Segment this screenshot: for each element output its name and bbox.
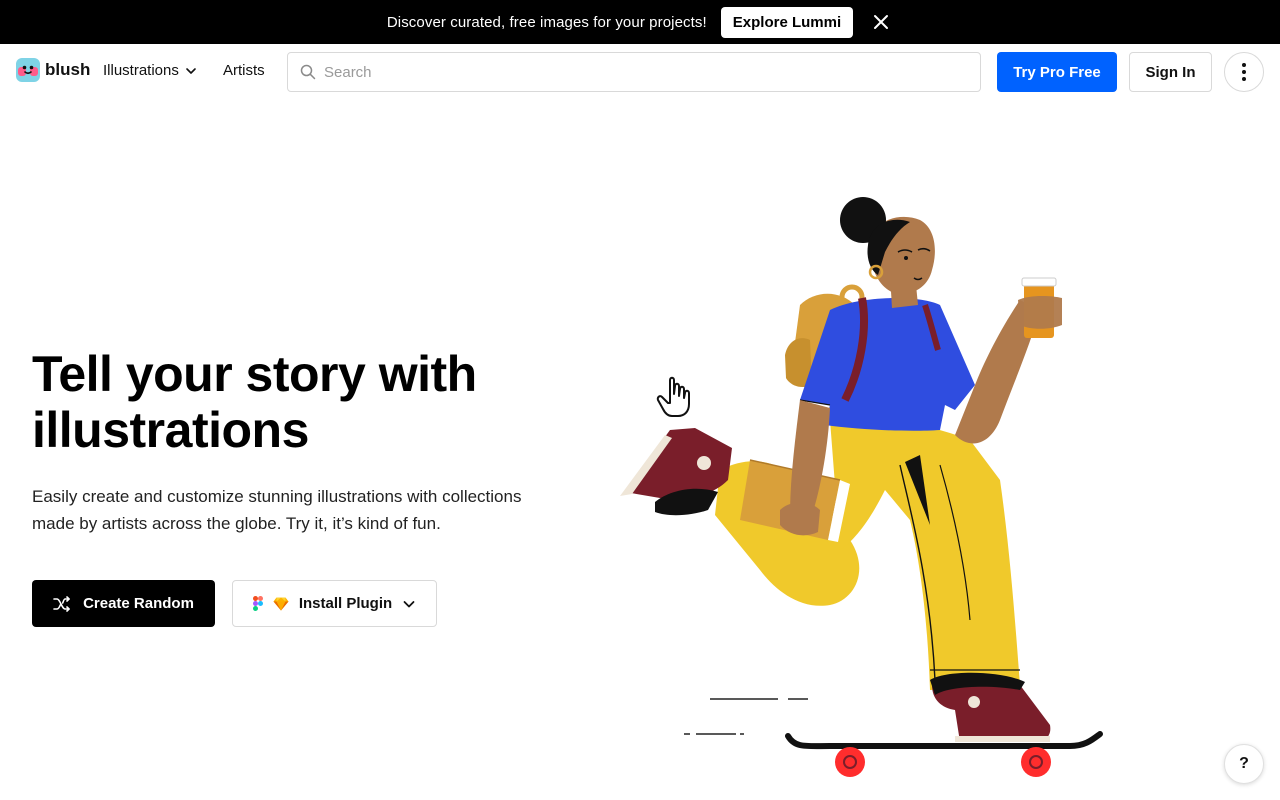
figma-icon xyxy=(252,596,263,611)
create-random-label: Create Random xyxy=(83,595,194,612)
blush-logo-icon xyxy=(16,58,40,82)
logo-text: blush xyxy=(45,60,91,79)
chevron-down-icon xyxy=(403,600,415,607)
search-box[interactable] xyxy=(287,52,981,92)
explore-lummi-button[interactable]: Explore Lummi xyxy=(720,6,854,38)
nav-artists-label: Artists xyxy=(223,62,265,79)
nav-illustrations-dropdown[interactable]: Illustrations xyxy=(103,62,197,79)
promo-banner: Discover curated, free images for your p… xyxy=(0,0,1280,44)
try-pro-free-button[interactable]: Try Pro Free xyxy=(997,52,1117,92)
chevron-down-icon xyxy=(186,67,196,74)
help-button[interactable]: ? xyxy=(1224,744,1264,784)
nav-illustrations-label: Illustrations xyxy=(103,62,179,79)
shuffle-icon xyxy=(53,595,70,612)
sketch-icon xyxy=(273,597,289,610)
more-options-button[interactable] xyxy=(1224,52,1264,92)
search-input[interactable] xyxy=(288,53,980,91)
logo[interactable]: blush xyxy=(16,58,90,82)
nav-artists-link[interactable]: Artists xyxy=(223,62,265,79)
pointer-hand-icon xyxy=(656,376,690,417)
hero-title: Tell your story with illustrations xyxy=(32,346,477,458)
close-icon[interactable] xyxy=(869,10,893,34)
install-plugin-dropdown[interactable]: Install Plugin xyxy=(232,580,437,627)
create-random-button[interactable]: Create Random xyxy=(32,580,215,627)
more-vertical-icon xyxy=(1242,63,1246,81)
hero-illustration xyxy=(620,197,1103,777)
search-icon xyxy=(300,64,316,80)
top-nav: blush Illustrations Artists Try Pro Free… xyxy=(0,44,1280,100)
install-plugin-label: Install Plugin xyxy=(298,595,393,612)
banner-text: Discover curated, free images for your p… xyxy=(386,13,707,31)
hero-subtitle: Easily create and customize stunning ill… xyxy=(32,487,522,533)
sign-in-button[interactable]: Sign In xyxy=(1129,52,1212,92)
